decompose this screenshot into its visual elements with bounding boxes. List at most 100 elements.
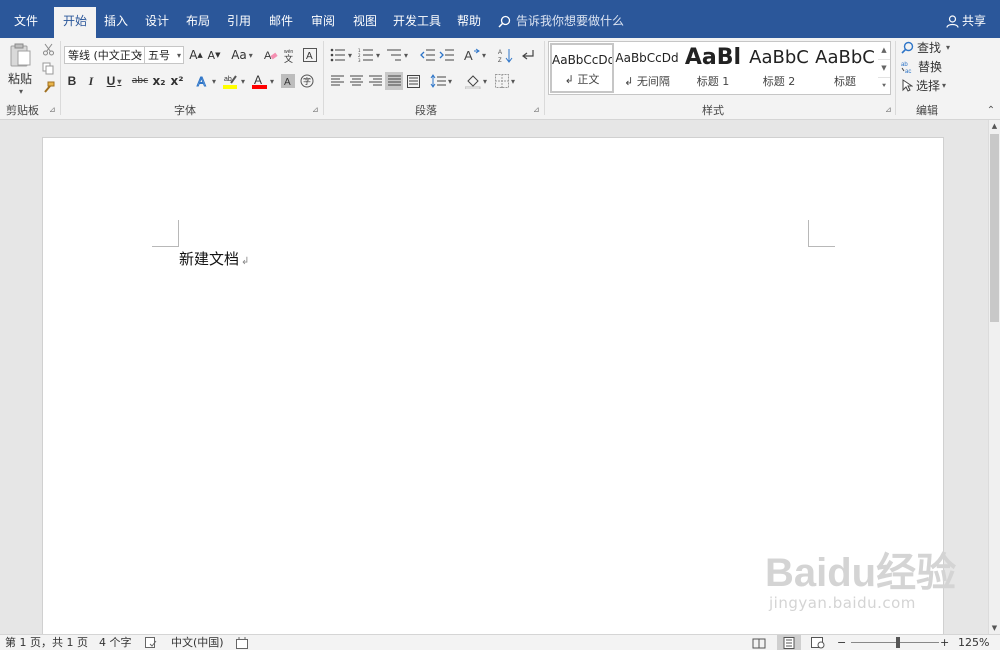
tab-mailings[interactable]: 邮件	[263, 7, 299, 38]
decrease-indent-button[interactable]	[418, 46, 436, 64]
styles-launcher-icon[interactable]: ⊿	[885, 106, 893, 114]
zoom-slider-thumb[interactable]	[896, 637, 900, 648]
scroll-up-icon[interactable]: ▲	[989, 120, 1000, 132]
read-mode-icon[interactable]	[752, 635, 766, 650]
clear-formatting-button[interactable]: A	[263, 46, 279, 64]
increase-indent-button[interactable]	[437, 46, 455, 64]
share-button[interactable]: 共享	[946, 7, 986, 35]
multilevel-list-icon	[386, 49, 401, 61]
scroll-thumb[interactable]	[990, 134, 999, 322]
collapse-ribbon-icon[interactable]: ⌃	[985, 104, 997, 116]
replace-button[interactable]: ab ac 替换	[901, 58, 942, 75]
paste-button[interactable]: 粘贴 ▾	[6, 40, 34, 98]
italic-button[interactable]: I	[83, 72, 99, 90]
document-paragraph[interactable]: 新建文档 ↲	[179, 248, 249, 269]
enclose-characters-button[interactable]: 字	[299, 72, 315, 90]
cut-button[interactable]	[40, 40, 56, 58]
change-case-button[interactable]: Aa ▾	[229, 46, 255, 64]
format-painter-button[interactable]	[40, 78, 56, 96]
show-hide-marks-button[interactable]	[519, 46, 537, 64]
tab-references[interactable]: 引用	[221, 7, 257, 38]
align-center-button[interactable]	[347, 72, 365, 90]
shrink-font-button[interactable]: A ▼	[206, 46, 222, 64]
strikethrough-button[interactable]: abc	[130, 72, 150, 90]
character-border-button[interactable]: A	[302, 46, 318, 64]
scroll-down-icon[interactable]: ▼	[989, 622, 1000, 634]
clipboard-launcher-icon[interactable]: ⊿	[49, 106, 57, 114]
gallery-scroll-down-icon[interactable]: ▼	[878, 60, 890, 78]
character-border-icon: A	[303, 48, 317, 62]
print-layout-icon[interactable]	[777, 635, 801, 650]
borders-button[interactable]: ▾	[492, 72, 518, 90]
font-color-swatch	[251, 85, 267, 89]
distributed-button[interactable]	[404, 72, 422, 90]
copy-button[interactable]	[40, 59, 56, 77]
tab-insert[interactable]: 插入	[98, 7, 134, 38]
grow-font-button[interactable]: A ▲	[188, 46, 204, 64]
page-count[interactable]: 第 1 页，共 1 页	[5, 635, 88, 650]
shading-button[interactable]: ▾	[462, 72, 490, 90]
margin-corner-mark	[152, 220, 179, 247]
style-no-spacing[interactable]: AaBbCcDd ↲ 无间隔	[615, 43, 679, 93]
font-color-icon: A	[251, 73, 267, 89]
style-title[interactable]: AaBbC 标题	[813, 43, 877, 93]
svg-text:A: A	[254, 73, 262, 87]
align-right-button[interactable]	[366, 72, 384, 90]
find-button[interactable]: 查找 ▾	[901, 39, 950, 56]
highlight-button[interactable]: ab ▾	[221, 72, 247, 90]
zoom-slider-track[interactable]	[851, 637, 939, 648]
tab-review[interactable]: 审阅	[305, 7, 341, 38]
underline-button[interactable]: U ▾	[102, 72, 126, 90]
replace-label: 替换	[918, 60, 943, 74]
tab-home[interactable]: 开始	[54, 7, 96, 38]
character-shading-button[interactable]: A	[280, 72, 296, 90]
line-spacing-button[interactable]: ▾	[428, 72, 454, 90]
sort-button[interactable]: AZ	[496, 46, 514, 64]
vertical-scrollbar[interactable]: ▲ ▼	[988, 120, 1000, 634]
font-name-combo[interactable]: 等线 (中文正文 ▾	[64, 46, 145, 64]
font-size-dropdown-icon[interactable]: ▾	[177, 47, 181, 63]
proofing-icon[interactable]	[145, 635, 157, 650]
text-effects-button[interactable]: A ▾	[194, 72, 218, 90]
zoom-in-button[interactable]: +	[940, 635, 949, 650]
select-button[interactable]: 选择 ▾	[901, 77, 946, 94]
style-heading-2[interactable]: AaBbC 标题 2	[747, 43, 811, 93]
superscript-button[interactable]: x²	[169, 72, 185, 90]
style-heading-1[interactable]: AaBl 标题 1	[681, 43, 745, 93]
tab-file[interactable]: 文件	[4, 7, 48, 38]
tab-developer[interactable]: 开发工具	[389, 7, 445, 38]
style-name: 标题 1	[696, 75, 730, 88]
style-normal[interactable]: AaBbCcDd ↲ 正文	[550, 43, 614, 93]
font-name-dropdown-icon[interactable]: ▾	[138, 47, 142, 63]
web-layout-icon[interactable]	[811, 635, 825, 650]
justify-button[interactable]	[385, 72, 403, 90]
tab-layout[interactable]: 布局	[180, 7, 216, 38]
tab-help[interactable]: 帮助	[451, 7, 487, 38]
tab-view[interactable]: 视图	[347, 7, 383, 38]
paragraph-mark-icon: ↲	[241, 256, 250, 267]
bullets-button[interactable]: ▾	[328, 46, 354, 64]
gallery-more-icon[interactable]: ⯆	[878, 78, 890, 95]
zoom-level[interactable]: 125%	[958, 635, 989, 650]
gallery-scroll-up-icon[interactable]: ▲	[878, 42, 890, 60]
align-left-button[interactable]	[328, 72, 346, 90]
numbering-button[interactable]: 1 2 3 ▾	[356, 46, 382, 64]
paragraph-launcher-icon[interactable]: ⊿	[533, 106, 541, 114]
editing-group-label: 编辑	[916, 104, 938, 117]
font-color-button[interactable]: A ▾	[250, 72, 276, 90]
bold-button[interactable]: B	[64, 72, 80, 90]
multilevel-list-button[interactable]: ▾	[384, 46, 410, 64]
paste-dropdown-arrow[interactable]: ▾	[19, 87, 23, 96]
macro-recording-icon[interactable]	[236, 635, 248, 650]
tab-design[interactable]: 设计	[139, 7, 175, 38]
replace-icon: abac	[901, 62, 911, 73]
subscript-button[interactable]: x₂	[151, 72, 167, 90]
font-size-combo[interactable]: 五号 ▾	[144, 46, 184, 64]
chinese-layout-button[interactable]: A ▾	[462, 46, 488, 64]
word-count[interactable]: 4 个字	[99, 635, 132, 650]
tell-me-search[interactable]: 告诉我你想要做什么	[498, 7, 624, 35]
phonetic-guide-button[interactable]: wén 文	[282, 46, 298, 64]
zoom-out-button[interactable]: −	[837, 635, 846, 650]
language-indicator[interactable]: 中文(中国)	[171, 635, 224, 650]
font-launcher-icon[interactable]: ⊿	[312, 106, 320, 114]
